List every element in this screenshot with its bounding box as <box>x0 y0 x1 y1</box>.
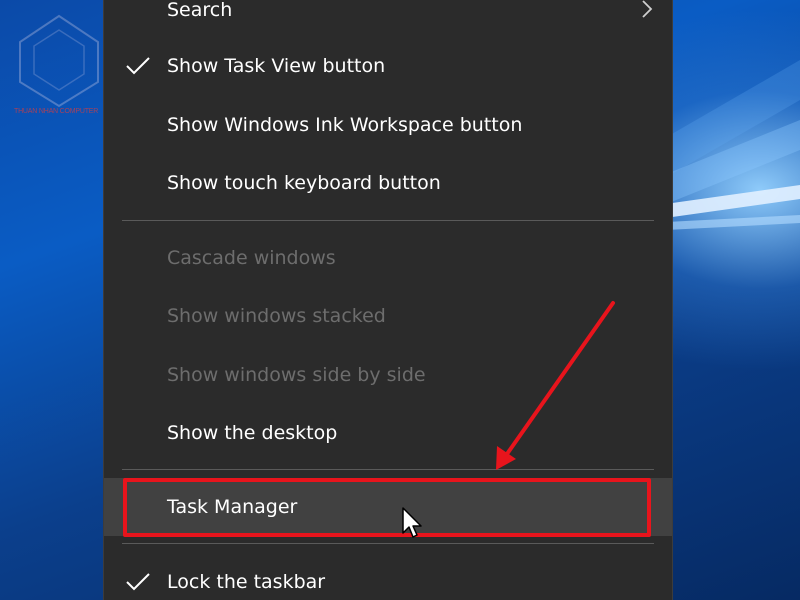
menu-item-label: Lock the taskbar <box>167 571 326 593</box>
menu-item-show-touch-keyboard-button[interactable]: Show touch keyboard button <box>104 154 672 212</box>
menu-item-label: Show touch keyboard button <box>167 172 441 194</box>
menu-item-label: Show Windows Ink Workspace button <box>167 114 523 136</box>
menu-item-lock-the-taskbar[interactable]: Lock the taskbar <box>104 553 672 600</box>
menu-item-label: Show windows stacked <box>167 305 386 327</box>
menu-item-label: Show the desktop <box>167 422 338 444</box>
chevron-right-icon <box>640 0 654 24</box>
annotation-highlight-box <box>123 478 651 537</box>
menu-item-label: Show windows side by side <box>167 364 426 386</box>
checkmark-icon <box>124 52 152 80</box>
taskbar-context-menu: Search Show Task View button Show Window… <box>103 0 673 600</box>
menu-item-label: Search <box>167 0 233 21</box>
menu-item-show-the-desktop[interactable]: Show the desktop <box>104 404 672 462</box>
menu-item-search[interactable]: Search <box>104 0 672 39</box>
menu-separator <box>122 469 654 470</box>
menu-item-show-windows-side-by-side: Show windows side by side <box>104 346 672 404</box>
watermark-logo: THUAN NHAN COMPUTER <box>14 12 104 115</box>
checkmark-icon <box>124 568 152 596</box>
menu-item-cascade-windows: Cascade windows <box>104 229 672 287</box>
menu-item-show-task-view-button[interactable]: Show Task View button <box>104 37 672 95</box>
menu-item-show-windows-ink-workspace-button[interactable]: Show Windows Ink Workspace button <box>104 96 672 154</box>
watermark-logo-icon <box>19 14 99 108</box>
mouse-pointer-icon <box>400 506 426 542</box>
menu-item-label: Show Task View button <box>167 55 386 77</box>
menu-separator <box>122 543 654 544</box>
menu-separator <box>122 220 654 221</box>
menu-item-label: Cascade windows <box>167 247 336 269</box>
menu-item-show-windows-stacked: Show windows stacked <box>104 287 672 345</box>
